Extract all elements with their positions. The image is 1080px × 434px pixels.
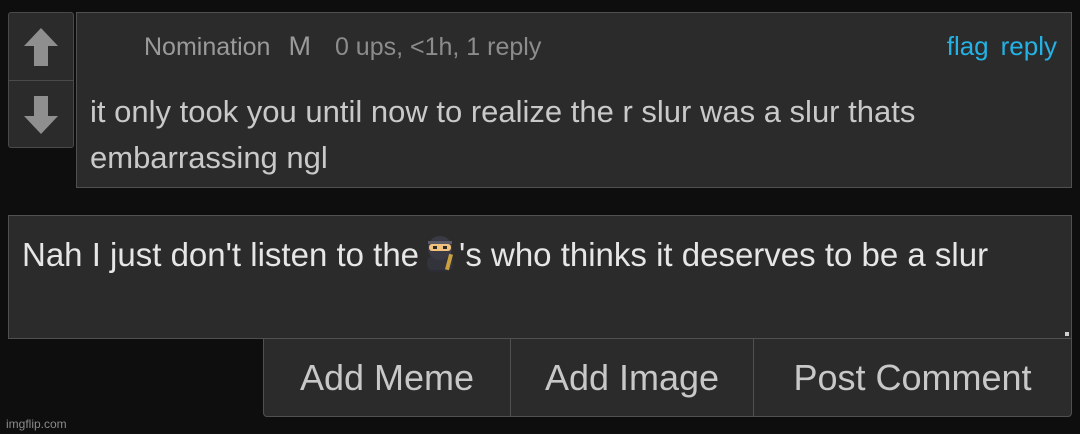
reply-text-start: Nah I just don't listen to the [22,236,420,273]
upvote-button[interactable] [9,13,73,81]
add-meme-button[interactable]: Add Meme [264,339,510,416]
ninja-emoji-icon [427,236,454,272]
reply-text-end: 's who thinks it deserves to be a slur [459,236,989,273]
mod-badge: M [288,31,311,61]
reply-textarea[interactable]: Nah I just don't listen to the 's who th… [8,215,1072,339]
comment-thread: Nomination M 0 ups, <1h, 1 reply flag reply… [0,0,1080,434]
arrow-up-icon [24,27,58,66]
reply-link[interactable]: reply [1001,31,1057,61]
comment-author[interactable]: Nomination [144,33,270,61]
flag-link[interactable]: flag [947,31,989,61]
parent-comment: Nomination M 0 ups, <1h, 1 reply flag reply… [76,12,1072,188]
imgflip-watermark: imgflip.com [6,417,67,431]
comment-stats: 0 ups, <1h, 1 reply [334,33,542,61]
arrow-down-icon [24,95,58,134]
vote-controls [8,12,74,148]
reply-text: Nah I just don't listen to the 's who th… [22,232,1052,278]
resize-handle[interactable] [1065,332,1069,336]
reply-toolbar: Add Meme Add Image Post Comment [263,338,1072,417]
comment-body: it only took you until now to realize th… [90,94,916,175]
downvote-button[interactable] [9,81,73,148]
post-comment-button[interactable]: Post Comment [753,339,1071,416]
add-image-button[interactable]: Add Image [510,339,753,416]
comment-actions: flag reply [947,31,1057,62]
comment-meta: Nomination M 0 ups, <1h, 1 reply [144,31,541,62]
